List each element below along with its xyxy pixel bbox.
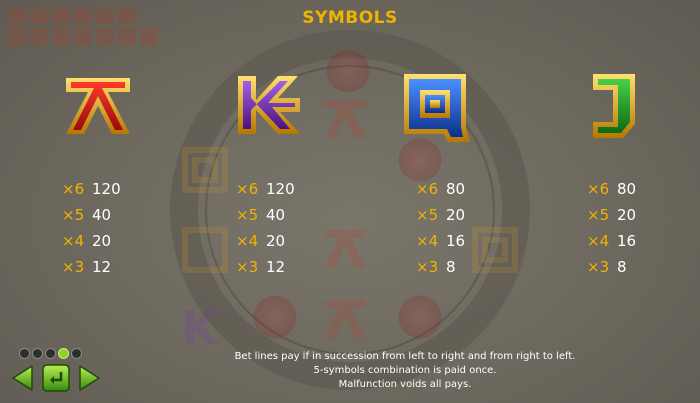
multiplier: ×3 xyxy=(236,258,259,276)
payout-row: ×3 12 xyxy=(236,254,346,280)
page-dot[interactable] xyxy=(45,348,56,359)
ghost-ball xyxy=(323,46,373,96)
payout-row: ×3 8 xyxy=(416,254,526,280)
payout-row: ×6 80 xyxy=(587,176,697,202)
payout-table: ×6 80 ×5 20 ×4 16 ×3 8 xyxy=(416,176,526,280)
rules-footer: Bet lines pay if in succession from left… xyxy=(170,350,640,392)
return-icon xyxy=(42,364,70,392)
letter-k-symbol-icon xyxy=(234,72,304,142)
payout-value: 12 xyxy=(266,258,286,276)
multiplier: ×5 xyxy=(587,206,610,224)
page-dot-active[interactable] xyxy=(58,348,69,359)
letter-q-symbol-icon xyxy=(400,72,470,142)
payout-row: ×4 16 xyxy=(587,228,697,254)
letter-a-symbol-icon xyxy=(62,72,132,142)
rules-line: 5-symbols combination is paid once. xyxy=(313,365,497,376)
payout-value: 20 xyxy=(617,206,637,224)
arrow-right-icon xyxy=(79,365,100,391)
multiplier: ×4 xyxy=(62,232,85,250)
payout-value: 20 xyxy=(92,232,112,250)
payout-row: ×6 80 xyxy=(416,176,526,202)
payout-row: ×4 16 xyxy=(416,228,526,254)
arrow-left-icon xyxy=(12,365,33,391)
payout-row: ×3 8 xyxy=(587,254,697,280)
return-button[interactable] xyxy=(42,364,70,392)
multiplier: ×3 xyxy=(416,258,439,276)
payout-value: 120 xyxy=(92,180,121,198)
page-title: SYMBOLS xyxy=(302,8,398,28)
payout-row: ×4 20 xyxy=(62,228,172,254)
page-dot[interactable] xyxy=(19,348,30,359)
multiplier: ×6 xyxy=(62,180,85,198)
rules-line: Bet lines pay if in succession from left… xyxy=(234,351,576,362)
payout-row: ×5 20 xyxy=(416,202,526,228)
page-dot[interactable] xyxy=(32,348,43,359)
multiplier: ×3 xyxy=(62,258,85,276)
multiplier: ×6 xyxy=(587,180,610,198)
multiplier: ×4 xyxy=(416,232,439,250)
prev-page-button[interactable] xyxy=(10,364,36,392)
payout-value: 40 xyxy=(266,206,286,224)
multiplier: ×5 xyxy=(236,206,259,224)
rules-line: Malfunction voids all pays. xyxy=(338,379,472,390)
payout-table: ×6 120 ×5 40 ×4 20 ×3 12 xyxy=(236,176,346,280)
payout-value: 8 xyxy=(617,258,627,276)
payout-value: 16 xyxy=(446,232,466,250)
page-indicator xyxy=(19,343,84,359)
multiplier: ×5 xyxy=(416,206,439,224)
payout-value: 80 xyxy=(617,180,637,198)
payout-row: ×5 20 xyxy=(587,202,697,228)
payout-value: 16 xyxy=(617,232,637,250)
payout-row: ×3 12 xyxy=(62,254,172,280)
multiplier: ×4 xyxy=(236,232,259,250)
payout-value: 12 xyxy=(92,258,112,276)
payout-value: 8 xyxy=(446,258,456,276)
letter-j-symbol-icon xyxy=(585,72,655,142)
payout-row: ×5 40 xyxy=(236,202,346,228)
payout-value: 20 xyxy=(266,232,286,250)
multiplier: ×5 xyxy=(62,206,85,224)
payout-row: ×6 120 xyxy=(236,176,346,202)
payout-value: 20 xyxy=(446,206,466,224)
payout-value: 120 xyxy=(266,180,295,198)
next-page-button[interactable] xyxy=(76,364,102,392)
page-dot[interactable] xyxy=(71,348,82,359)
payout-table: ×6 80 ×5 20 ×4 16 ×3 8 xyxy=(587,176,697,280)
multiplier: ×6 xyxy=(236,180,259,198)
ghost-ball xyxy=(395,292,445,342)
payout-table: ×6 120 ×5 40 ×4 20 ×3 12 xyxy=(62,176,172,280)
payout-row: ×6 120 xyxy=(62,176,172,202)
ghost-ball xyxy=(250,292,300,342)
payout-row: ×4 20 xyxy=(236,228,346,254)
multiplier: ×3 xyxy=(587,258,610,276)
payout-value: 80 xyxy=(446,180,466,198)
payout-value: 40 xyxy=(92,206,112,224)
multiplier: ×4 xyxy=(587,232,610,250)
payout-row: ×5 40 xyxy=(62,202,172,228)
multiplier: ×6 xyxy=(416,180,439,198)
